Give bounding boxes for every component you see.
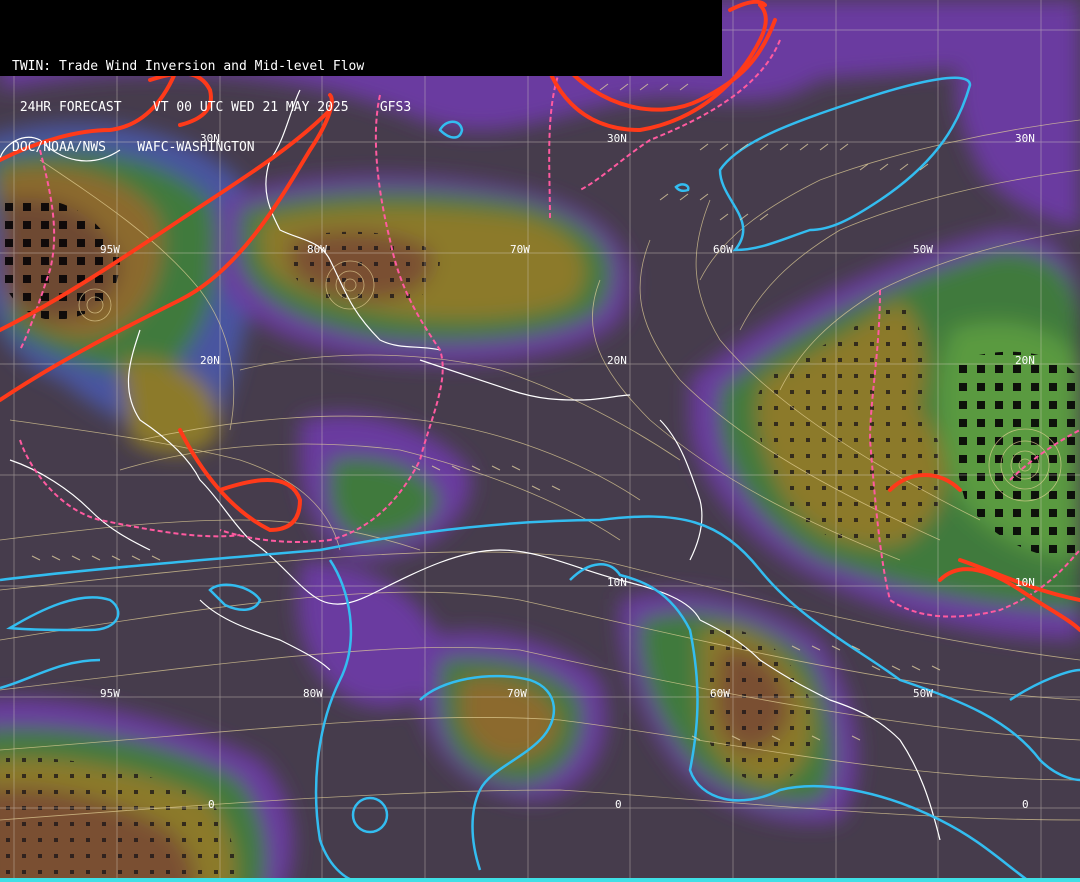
issuing-agency: DOC/NOAA/NWS WAFC-WASHINGTON (12, 140, 255, 155)
label-70w-bottom: 70W (507, 687, 527, 700)
label-95w-top: 95W (100, 243, 120, 256)
label-eq-east: 0 (1022, 798, 1029, 811)
label-eq-mid: 0 (615, 798, 622, 811)
label-10n-east: 10N (1015, 576, 1035, 589)
label-50w-top: 50W (913, 243, 933, 256)
label-eq-west: 0 (208, 798, 215, 811)
chart-title: TWIN: Trade Wind Inversion and Mid-level… (12, 59, 365, 74)
label-60w-bottom: 60W (710, 687, 730, 700)
forecast-info: 24HR FORECAST VT 00 UTC WED 21 MAY 2025 … (12, 99, 412, 115)
label-50w-bottom: 50W (913, 687, 933, 700)
label-30n-east: 30N (1015, 132, 1035, 145)
label-20n-mid: 20N (607, 354, 627, 367)
label-10n-mid: 10N (607, 576, 627, 589)
label-60w-top: 60W (713, 243, 733, 256)
label-95w-bottom: 95W (100, 687, 120, 700)
label-80w-top: 80W (307, 243, 327, 256)
chart-header: TWIN: Trade Wind Inversion and Mid-level… (0, 0, 722, 154)
label-20n-west: 20N (200, 354, 220, 367)
label-20n-east: 20N (1015, 354, 1035, 367)
label-80w-bottom: 80W (303, 687, 323, 700)
label-70w-top: 70W (510, 243, 530, 256)
bottom-border (0, 878, 1080, 882)
